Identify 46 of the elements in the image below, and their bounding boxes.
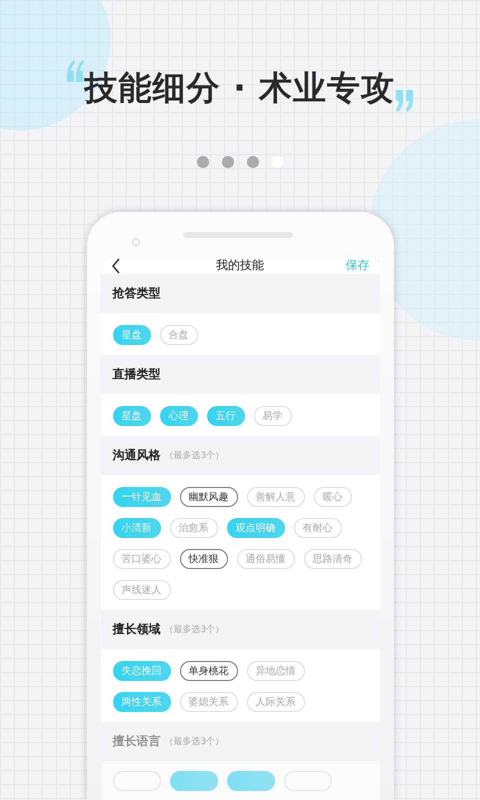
tag-chip[interactable]: 小清新 [112, 518, 160, 538]
tag-chip[interactable]: 快准狠 [180, 549, 228, 569]
tag-chip[interactable]: 有耐心 [294, 518, 342, 538]
tag-chip[interactable]: 暖心 [314, 487, 352, 507]
tag-chip[interactable]: 幽默风趣 [180, 487, 238, 507]
carousel-dot[interactable] [196, 156, 208, 168]
tag-chip[interactable]: 失恋挽回 [112, 661, 170, 681]
selection-hint: （最多选3个） [164, 450, 224, 462]
tag-chip[interactable]: 善解人意 [246, 487, 304, 507]
tag-chip[interactable]: 异地恋情 [246, 661, 304, 681]
tag-chip[interactable]: 观点明确 [226, 518, 284, 538]
tag-chip[interactable]: 五行 [206, 406, 244, 426]
section-title: 直播类型 [112, 366, 160, 383]
tag-chip[interactable]: 婆媳关系 [180, 692, 238, 712]
tag-chip[interactable]: 星盘 [112, 325, 150, 345]
tag-chip[interactable]: 一针见血 [112, 487, 170, 507]
selection-hint: （最多选3个） [164, 736, 224, 748]
headline: 技能细分 · 术业专攻 [84, 67, 396, 109]
tag-chip[interactable]: 单身桃花 [180, 661, 238, 681]
tag-chip[interactable]: 易学 [254, 406, 292, 426]
tag-chip[interactable]: 通俗易懂 [236, 549, 294, 569]
selection-hint: （最多选3个） [164, 624, 224, 636]
tag-chip[interactable]: 合盘 [160, 325, 198, 345]
tag-chip[interactable]: 两性关系 [112, 692, 170, 712]
section-title: 擅长语言 [112, 733, 160, 750]
quote-mark-icon [64, 58, 85, 82]
tag-chip[interactable]: 苦口婆心 [112, 549, 170, 569]
section-title: 沟通风格 [112, 447, 160, 464]
tag-chip[interactable] [226, 771, 274, 791]
tag-chip[interactable]: 治愈系 [170, 518, 218, 538]
tag-chip[interactable]: 心理 [160, 406, 198, 426]
carousel-dot[interactable] [272, 156, 284, 168]
page-title: 我的技能 [216, 258, 264, 272]
carousel-dot[interactable] [222, 156, 234, 168]
carousel-dot[interactable] [246, 156, 258, 168]
save-button[interactable]: 保存 [346, 257, 370, 274]
tag-chip[interactable]: 人际关系 [246, 692, 304, 712]
tag-chip[interactable]: 思路清奇 [304, 549, 362, 569]
back-icon[interactable] [110, 258, 120, 274]
section-title: 抢答类型 [112, 285, 160, 302]
tag-chip[interactable]: 星盘 [112, 406, 150, 426]
tag-chip[interactable]: 声线迷人 [112, 580, 170, 600]
section-title: 擅长领域 [112, 621, 160, 638]
camera-icon [132, 238, 140, 246]
quote-mark-icon [395, 90, 416, 114]
tag-chip[interactable] [170, 771, 218, 791]
